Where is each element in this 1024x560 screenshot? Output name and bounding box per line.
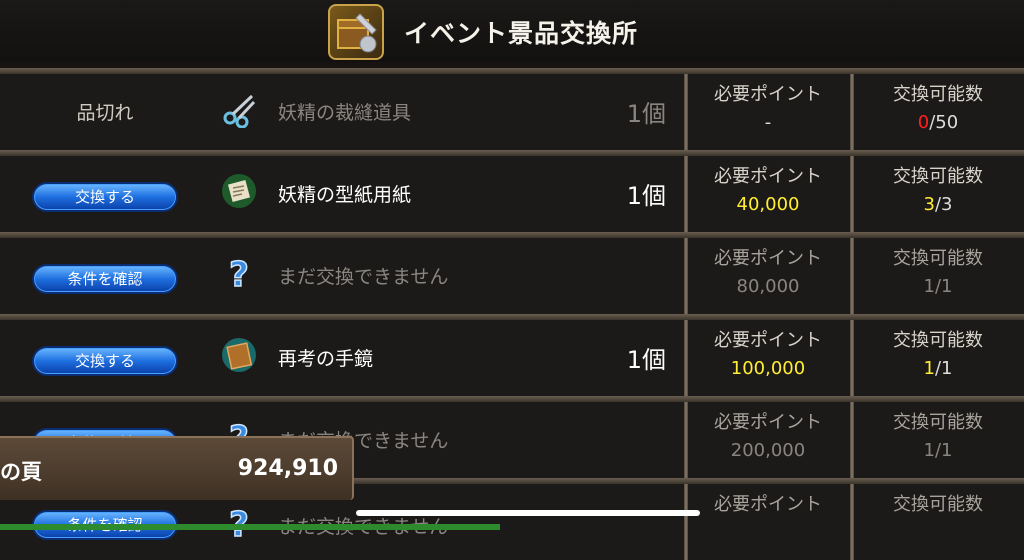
required-points-label: 必要ポイント <box>714 494 822 515</box>
exchange-count-value: 1/1 <box>923 276 953 297</box>
exchange-count-label: 交換可能数 <box>893 330 983 351</box>
required-points-value: - <box>764 112 772 133</box>
required-points-value: 40,000 <box>736 194 800 215</box>
exchange-count-value: 3/3 <box>923 194 953 215</box>
points-overlay: の頁 924,910 <box>0 436 354 500</box>
home-indicator[interactable] <box>356 510 700 516</box>
list-item: 交換する 再考の手鏡 1個 必要ポイント 100,000 交換可能数 1/1 <box>0 314 1024 396</box>
exchange-button[interactable]: 交換する <box>32 182 178 212</box>
header-bar: イベント景品交換所 <box>0 0 1024 62</box>
svg-text:?: ? <box>229 255 249 292</box>
required-points-value: 80,000 <box>736 276 800 297</box>
book-icon <box>220 336 258 374</box>
scissors-icon <box>220 90 258 129</box>
list-item: 交換する 妖精の型紙用紙 1個 必要ポイント 40,000 交換可能数 3/3 <box>0 150 1024 232</box>
list-item: 品切れ 妖精の裁縫道具 1個 必要ポイント - 交換可能数 0/50 <box>0 68 1024 150</box>
exchange-count-label: 交換可能数 <box>893 84 983 105</box>
scroll-progress <box>0 524 500 530</box>
required-points-label: 必要ポイント <box>714 412 822 433</box>
exchange-count-value: 0/50 <box>917 112 959 133</box>
exchange-count-label: 交換可能数 <box>893 412 983 433</box>
current-points-value: 924,910 <box>237 456 338 481</box>
sold-out-label: 品切れ <box>76 102 134 124</box>
required-points-label: 必要ポイント <box>714 84 822 105</box>
item-quantity: 1個 <box>626 346 666 374</box>
paper-icon <box>220 172 258 210</box>
item-name: 妖精の裁縫道具 <box>278 102 412 124</box>
page-title: イベント景品交換所 <box>404 19 639 48</box>
overlay-label: の頁 <box>0 460 42 484</box>
item-quantity: 1個 <box>626 182 666 210</box>
check-conditions-button[interactable]: 条件を確認 <box>32 264 178 294</box>
list-item: 条件を確認 ? まだ交換できません 必要ポイント 80,000 交換可能数 1/… <box>0 232 1024 314</box>
required-points-value: 100,000 <box>730 358 806 379</box>
exchange-count-value: 1/1 <box>923 358 953 379</box>
exchange-count-value: 1/1 <box>923 440 953 461</box>
exchange-count-label: 交換可能数 <box>893 166 983 187</box>
item-name: 妖精の型紙用紙 <box>278 184 412 206</box>
question-mark-icon: ? <box>220 254 258 296</box>
question-mark-icon: ? <box>220 504 258 546</box>
exchange-count-label: 交換可能数 <box>893 248 983 269</box>
item-quantity: 1個 <box>626 100 666 128</box>
item-name: 再考の手鏡 <box>278 348 374 370</box>
exchange-button[interactable]: 交換する <box>32 346 178 376</box>
required-points-label: 必要ポイント <box>714 166 822 187</box>
required-points-label: 必要ポイント <box>714 248 822 269</box>
required-points-label: 必要ポイント <box>714 330 822 351</box>
exchange-count-label: 交換可能数 <box>893 494 983 515</box>
required-points-value: 200,000 <box>730 440 806 461</box>
item-name: まだ交換できません <box>278 266 449 288</box>
treasure-chest-icon <box>328 4 384 60</box>
